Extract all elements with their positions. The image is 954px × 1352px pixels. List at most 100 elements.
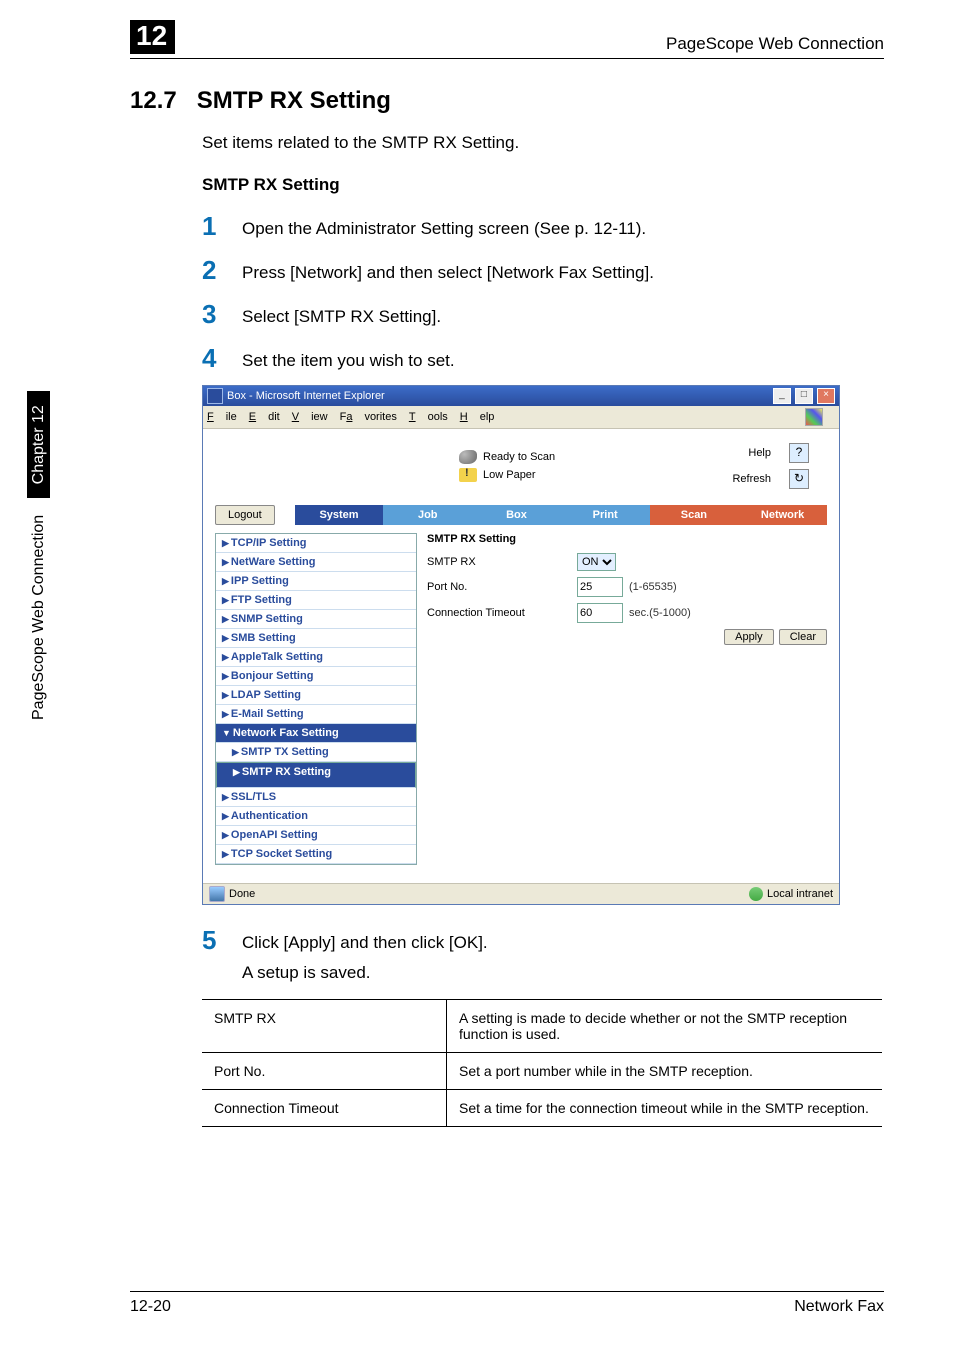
header-right-text: PageScope Web Connection xyxy=(666,34,884,54)
step-number: 3 xyxy=(202,301,242,327)
statusbar-done: Done xyxy=(229,888,255,900)
step-2: 2 Press [Network] and then select [Netwo… xyxy=(202,257,884,283)
minimize-button[interactable]: _ xyxy=(773,388,791,404)
unit-portno: (1-65535) xyxy=(629,581,677,593)
step-text: Open the Administrator Setting screen (S… xyxy=(242,219,646,239)
sidebar-label: OpenAPI Setting xyxy=(231,829,318,841)
sidebar-item-ftp[interactable]: ▶FTP Setting xyxy=(216,591,416,610)
footer-page-number: 12-20 xyxy=(130,1298,171,1316)
ready-text: Ready to Scan xyxy=(483,451,555,463)
browser-statusbar: Done Local intranet xyxy=(203,883,839,904)
step-3: 3 Select [SMTP RX Setting]. xyxy=(202,301,884,327)
step-number: 2 xyxy=(202,257,242,283)
sidebar-item-smtprx[interactable]: ▶SMTP RX Setting xyxy=(216,762,416,788)
label-smtprx: SMTP RX xyxy=(427,556,577,568)
sidebar-item-netware[interactable]: ▶NetWare Setting xyxy=(216,553,416,572)
device-status: Ready to Scan Low Paper xyxy=(459,450,555,482)
section-title: SMTP RX Setting xyxy=(197,87,391,114)
tab-row: Logout System Job Box Print Scan Network xyxy=(203,499,839,525)
td-name: Port No. xyxy=(202,1053,447,1090)
statusbar-zone: Local intranet xyxy=(767,888,833,900)
warning-icon xyxy=(459,468,477,482)
sidebar-item-authentication[interactable]: ▶Authentication xyxy=(216,807,416,826)
menu-favorites[interactable]: Favorites xyxy=(340,411,397,423)
close-button[interactable]: × xyxy=(817,388,835,404)
step-number: 5 xyxy=(202,927,242,953)
section-number: 12.7 xyxy=(130,87,177,114)
td-name: SMTP RX xyxy=(202,1000,447,1053)
sidebar-label: NetWare Setting xyxy=(231,556,316,568)
logout-button[interactable]: Logout xyxy=(215,505,275,525)
sidebar-item-ldap[interactable]: ▶LDAP Setting xyxy=(216,686,416,705)
select-smtprx[interactable]: ON xyxy=(577,553,616,571)
sidebar-label: SSL/TLS xyxy=(231,791,276,803)
zone-icon xyxy=(749,887,763,901)
sidebar-item-tcpsocket[interactable]: ▶TCP Socket Setting xyxy=(216,845,416,864)
sidebar-item-networkfax[interactable]: ▼Network Fax Setting xyxy=(216,724,416,743)
refresh-icon[interactable]: ↻ xyxy=(789,469,809,489)
sidebar-label: AppleTalk Setting xyxy=(231,651,323,663)
tab-scan[interactable]: Scan xyxy=(650,505,739,525)
page-content: Ready to Scan Low Paper Help? Refresh ↻ L… xyxy=(203,429,839,883)
window-title: Box - Microsoft Internet Explorer xyxy=(227,390,385,402)
step-number: 1 xyxy=(202,213,242,239)
help-link[interactable]: Help xyxy=(748,447,771,459)
settings-table: SMTP RX A setting is made to decide whet… xyxy=(202,999,882,1127)
input-timeout[interactable] xyxy=(577,603,623,623)
window-buttons: _ □ × xyxy=(772,388,835,404)
browser-menu: File Edit View Favorites Tools Help xyxy=(203,406,839,429)
sidebar-item-bonjour[interactable]: ▶Bonjour Setting xyxy=(216,667,416,686)
label-portno: Port No. xyxy=(427,581,577,593)
step-text: Set the item you wish to set. xyxy=(242,351,455,371)
sidebar-item-smb[interactable]: ▶SMB Setting xyxy=(216,629,416,648)
td-name: Connection Timeout xyxy=(202,1090,447,1127)
tab-network[interactable]: Network xyxy=(738,505,827,525)
apply-button[interactable]: Apply xyxy=(724,629,774,645)
maximize-button[interactable]: □ xyxy=(795,388,813,404)
section-heading: 12.7 SMTP RX Setting xyxy=(130,87,884,115)
sidebar-label: SNMP Setting xyxy=(231,613,303,625)
sidebar-item-appletalk[interactable]: ▶AppleTalk Setting xyxy=(216,648,416,667)
step-1: 1 Open the Administrator Setting screen … xyxy=(202,213,884,239)
sidebar-label: E-Mail Setting xyxy=(231,708,304,720)
help-icon[interactable]: ? xyxy=(789,443,809,463)
tab-system[interactable]: System xyxy=(295,505,384,525)
window-titlebar: Box - Microsoft Internet Explorer _ □ × xyxy=(203,386,839,406)
sidebar: ▶TCP/IP Setting ▶NetWare Setting ▶IPP Se… xyxy=(215,533,417,865)
sidebar-item-smtptx[interactable]: ▶SMTP TX Setting xyxy=(216,743,416,762)
tab-box[interactable]: Box xyxy=(472,505,561,525)
refresh-link[interactable]: Refresh xyxy=(732,473,771,485)
sidebar-item-snmp[interactable]: ▶SNMP Setting xyxy=(216,610,416,629)
clear-button[interactable]: Clear xyxy=(779,629,827,645)
side-tab: PageScope Web Connection Chapter 12 xyxy=(30,391,48,720)
step-5-note: A setup is saved. xyxy=(242,963,884,983)
sidebar-item-ssltls[interactable]: ▶SSL/TLS xyxy=(216,788,416,807)
step-4: 4 Set the item you wish to set. xyxy=(202,345,884,371)
ie-throbber-icon xyxy=(805,408,823,426)
menu-tools[interactable]: Tools xyxy=(409,411,448,423)
ie-icon xyxy=(207,388,223,404)
step-5: 5 Click [Apply] and then click [OK]. xyxy=(202,927,884,953)
tab-job[interactable]: Job xyxy=(383,505,472,525)
browser-window: Box - Microsoft Internet Explorer _ □ × … xyxy=(202,385,840,905)
input-portno[interactable] xyxy=(577,577,623,597)
side-tab-text: PageScope Web Connection xyxy=(30,515,47,720)
menu-help[interactable]: Help xyxy=(460,411,495,423)
footer-title: Network Fax xyxy=(794,1298,884,1316)
sidebar-item-email[interactable]: ▶E-Mail Setting xyxy=(216,705,416,724)
menu-edit[interactable]: Edit xyxy=(249,411,280,423)
header-links: Help? Refresh ↻ xyxy=(732,443,809,489)
form-area: SMTP RX Setting SMTP RX ON Port No. (1-6… xyxy=(427,533,827,865)
sidebar-label: TCP Socket Setting xyxy=(231,848,332,860)
sidebar-item-openapi[interactable]: ▶OpenAPI Setting xyxy=(216,826,416,845)
sidebar-label: IPP Setting xyxy=(231,575,289,587)
sidebar-item-ipp[interactable]: ▶IPP Setting xyxy=(216,572,416,591)
ready-icon xyxy=(459,450,477,464)
sidebar-label: LDAP Setting xyxy=(231,689,301,701)
menu-file[interactable]: File xyxy=(207,411,237,423)
tab-print[interactable]: Print xyxy=(561,505,650,525)
side-tab-chapter: Chapter 12 xyxy=(27,391,50,498)
menu-view[interactable]: View xyxy=(292,411,328,423)
td-desc: A setting is made to decide whether or n… xyxy=(447,1000,883,1053)
sidebar-item-tcpip[interactable]: ▶TCP/IP Setting xyxy=(216,534,416,553)
